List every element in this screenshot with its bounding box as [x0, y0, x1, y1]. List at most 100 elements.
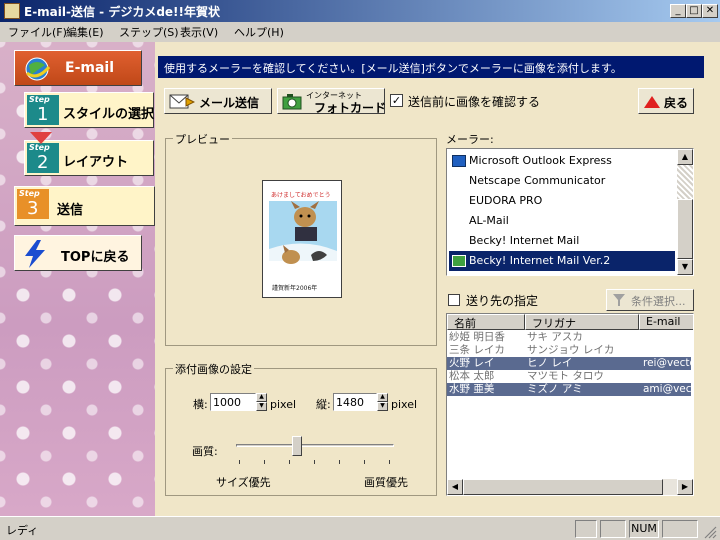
step-number: 1 — [37, 104, 49, 125]
recipient-table[interactable]: 名前 フリガナ E-mail 紗姫 明日香 サキ アスカ 三条 レイカ サンジョ… — [446, 313, 694, 496]
step-label: スタイルの選択 — [63, 107, 155, 122]
menu-bar: ファイル(F) 編集(E) ステップ(S) 表示(V) ヘルプ(H) — [0, 22, 720, 42]
confirm-before-send-checkbox[interactable]: ✓ — [390, 94, 403, 107]
height-label: 縦: — [316, 398, 331, 411]
table-row[interactable]: 松本 太郎 マツモト タロウ — [447, 370, 691, 383]
card-footer: 謹賀新年2006年 — [272, 285, 318, 292]
step-number: 2 — [37, 152, 49, 173]
quality-slider[interactable] — [236, 436, 394, 466]
step-label: 送信 — [57, 203, 84, 218]
column-header-email[interactable]: E-mail — [639, 314, 693, 330]
scroll-up-button[interactable]: ▲ — [677, 149, 693, 165]
mailer-item[interactable]: Microsoft Outlook Express — [449, 151, 675, 171]
table-row[interactable]: 水野 亜美 ミズノ アミ ami@vector — [447, 383, 691, 396]
table-row[interactable]: 三条 レイカ サンジョウ レイカ — [447, 344, 691, 357]
maximize-button[interactable]: □ — [686, 4, 702, 18]
status-panel — [600, 520, 626, 538]
width-label: 横: — [193, 398, 208, 411]
filter-select-button[interactable]: 条件選択... — [606, 289, 694, 311]
mailer-list[interactable]: Microsoft Outlook Express Netscape Commu… — [446, 148, 694, 276]
mailer-item-label: EUDORA PRO — [469, 194, 543, 207]
scroll-right-button[interactable]: ▶ — [677, 479, 693, 495]
resize-grip-icon[interactable] — [703, 525, 717, 539]
scroll-left-button[interactable]: ◀ — [447, 479, 463, 495]
mailer-item[interactable]: AL-Mail — [449, 211, 675, 231]
scroll-down-button[interactable]: ▼ — [677, 259, 693, 275]
cell-kana: ミズノ アミ — [527, 383, 583, 395]
cell-kana: マツモト タロウ — [527, 370, 604, 382]
mailer-item[interactable]: Becky! Internet Mail — [449, 231, 675, 251]
card-text: あけましておめでとう — [271, 192, 331, 199]
step-tag: Step — [19, 189, 40, 198]
minimize-button[interactable]: _ — [670, 4, 686, 18]
recipient-checkbox-label: 送り先の指定 — [466, 294, 539, 308]
menu-file[interactable]: ファイル(F) — [8, 24, 67, 40]
slider-ticks — [239, 460, 391, 464]
funnel-icon — [613, 294, 625, 306]
mailer-item-label: Microsoft Outlook Express — [469, 154, 612, 167]
step-2-layout[interactable]: Step 2 レイアウト — [24, 140, 154, 176]
step-label: レイアウト — [63, 155, 129, 170]
back-button[interactable]: 戻る — [638, 88, 694, 114]
menu-help[interactable]: ヘルプ(H) — [234, 24, 284, 40]
mailer-item[interactable]: EUDORA PRO — [449, 191, 675, 211]
height-input[interactable] — [333, 393, 377, 411]
mailer-scrollbar[interactable]: ▲ ▼ — [677, 149, 693, 275]
app-icon — [4, 3, 20, 19]
send-mail-button[interactable]: メール送信 — [164, 88, 272, 114]
step-tag: Step — [29, 143, 50, 152]
mailer-item-label: Netscape Communicator — [469, 174, 606, 187]
internet-photocard-button[interactable]: インターネット フォトカード — [277, 88, 387, 115]
camera-icon — [282, 94, 302, 110]
table-row[interactable]: 火野 レイ ヒノ レイ rei@vector — [447, 357, 691, 370]
step-tag: Step — [29, 95, 50, 104]
menu-edit[interactable]: 編集(E) — [66, 24, 104, 40]
close-button[interactable]: ✕ — [702, 4, 718, 18]
quality-label: 画質: — [192, 445, 218, 458]
instruction-message: 使用するメーラーを確認してください。[メール送信]ボタンでメーラーに画像を添付し… — [158, 56, 704, 78]
top-return-button[interactable]: TOPに戻る — [14, 235, 142, 271]
send-mail-label: メール送信 — [199, 96, 260, 110]
cell-email: rei@vector — [643, 357, 691, 369]
cell-email: ami@vector — [643, 383, 691, 395]
width-unit: pixel — [270, 398, 297, 411]
slider-thumb[interactable] — [292, 436, 302, 456]
step-number-badge: Step 1 — [27, 95, 59, 125]
height-spinner[interactable]: ▲ ▼ — [377, 393, 388, 411]
scroll-thumb[interactable] — [677, 199, 693, 259]
step-number-badge: Step 3 — [17, 189, 49, 219]
lightning-icon — [25, 240, 45, 268]
step-3-send[interactable]: Step 3 送信 — [14, 186, 155, 226]
confirm-before-send-label: 送信前に画像を確認する — [408, 95, 541, 109]
status-panel — [662, 520, 698, 538]
cell-kana: ヒノ レイ — [527, 357, 573, 369]
step-1-style-select[interactable]: Step 1 スタイルの選択 — [24, 92, 154, 128]
num-lock-indicator: NUM — [629, 520, 659, 538]
globe-icon — [25, 57, 51, 81]
photocard-label: フォトカード — [314, 101, 387, 115]
width-input[interactable] — [210, 393, 256, 411]
dog-illustration — [269, 201, 337, 264]
recipient-checkbox[interactable] — [448, 294, 460, 306]
outlook-icon — [452, 155, 466, 167]
mailer-item[interactable]: Netscape Communicator — [449, 171, 675, 191]
column-header-name[interactable]: 名前 — [447, 314, 525, 330]
size-priority-label: サイズ優先 — [216, 476, 271, 489]
envelope-icon — [169, 94, 195, 109]
quality-priority-label: 画質優先 — [364, 476, 408, 489]
cell-name: 紗姫 明日香 — [449, 331, 505, 343]
triangle-up-icon — [644, 96, 660, 108]
card-preview[interactable]: あけましておめでとう 謹賀新年2006年 — [262, 180, 342, 298]
step-number: 3 — [27, 198, 39, 219]
table-row[interactable]: 紗姫 明日香 サキ アスカ — [447, 331, 691, 344]
column-header-kana[interactable]: フリガナ — [525, 314, 639, 330]
width-spinner[interactable]: ▲ ▼ — [256, 393, 267, 411]
scroll-thumb[interactable] — [463, 479, 663, 495]
menu-view[interactable]: 表示(V) — [180, 24, 218, 40]
mailer-item-selected[interactable]: Becky! Internet Mail Ver.2 — [449, 251, 675, 271]
recipient-h-scrollbar[interactable]: ◀ ▶ — [447, 479, 693, 495]
filter-select-label: 条件選択... — [631, 295, 686, 308]
mailer-item-label: AL-Mail — [469, 214, 509, 227]
menu-step[interactable]: ステップ(S) — [119, 24, 179, 40]
window-title: E-mail-送信 - デジカメde!!年賀状 — [24, 5, 220, 19]
